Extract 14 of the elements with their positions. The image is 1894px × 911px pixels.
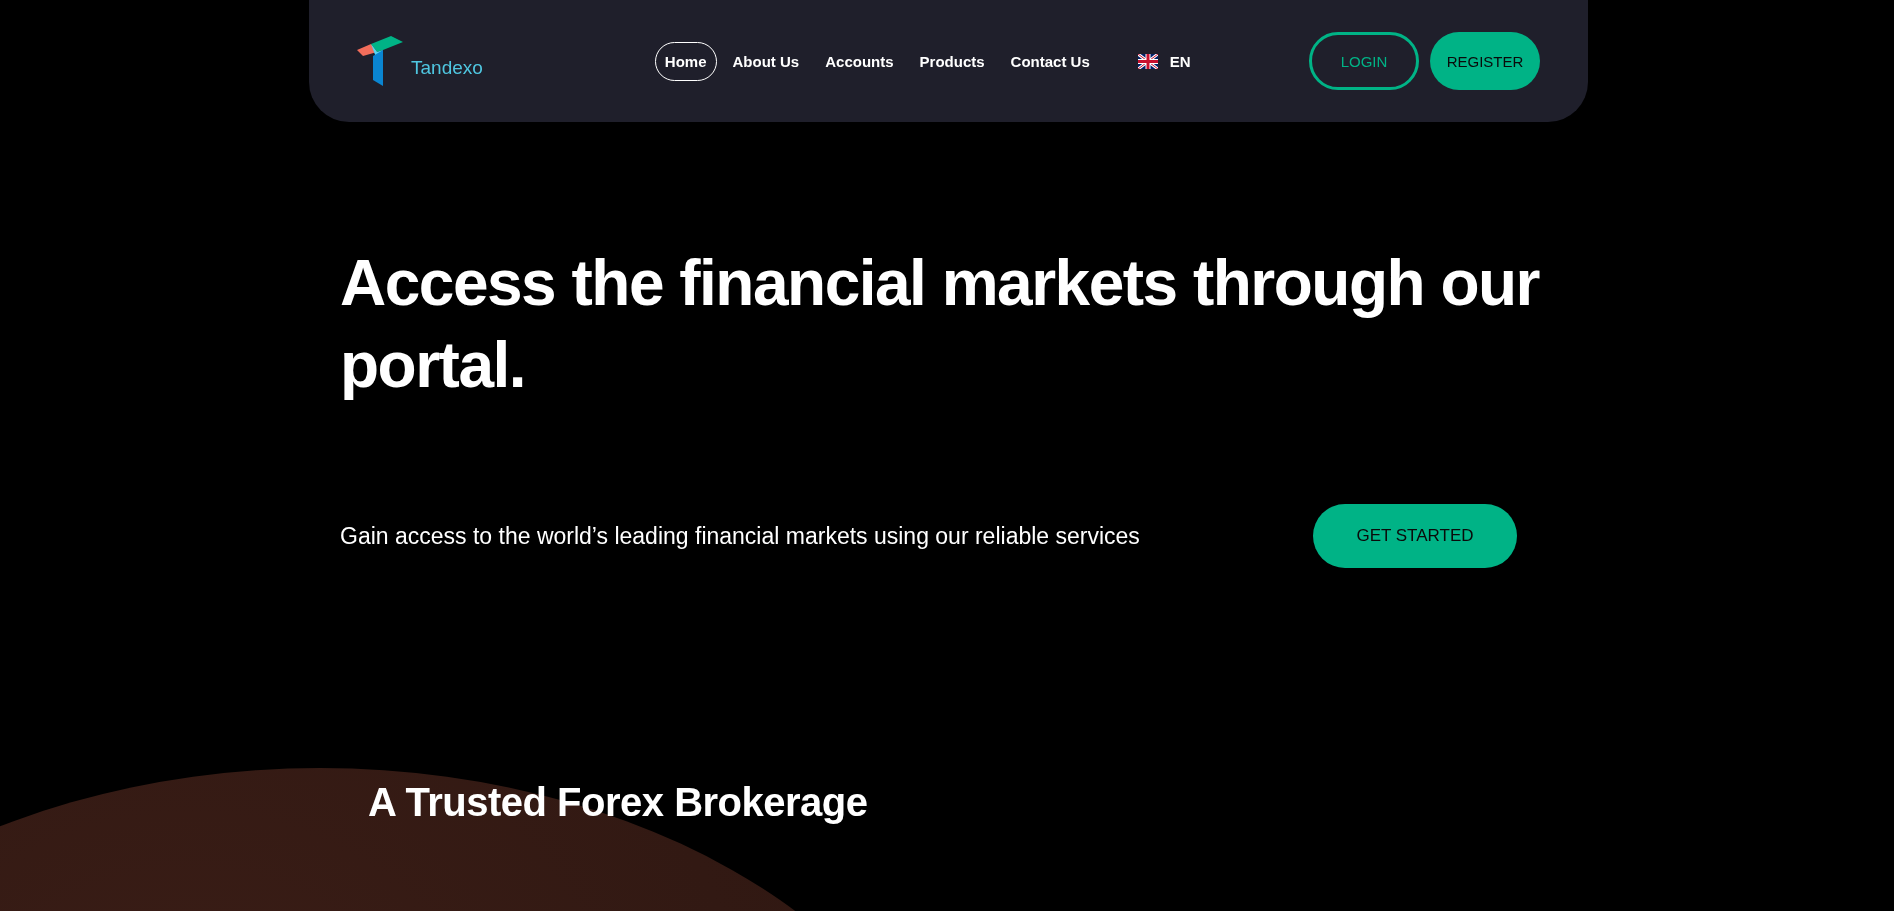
hero-subtitle: Gain access to the world’s leading financial markets using our reliable services	[340, 522, 1140, 550]
register-button[interactable]: REGISTER	[1430, 32, 1540, 90]
section-heading: A Trusted Forex Brokerage	[368, 780, 869, 825]
nav-link[interactable]: Accounts	[815, 41, 904, 81]
hero-headline: Access the financial markets through our portal.	[340, 246, 1540, 403]
language-selector[interactable]: EN	[1169, 52, 1191, 70]
nav-link[interactable]: Contact Us	[1000, 41, 1100, 81]
flag-icon	[1137, 53, 1158, 69]
nav-link[interactable]: Products	[909, 41, 995, 81]
get-started-button[interactable]: GET STARTED	[1313, 504, 1517, 568]
brand-name[interactable]: Tandexo	[411, 57, 483, 79]
nav-link[interactable]: About Us	[722, 41, 810, 81]
login-button[interactable]: LOGIN	[1309, 32, 1419, 90]
logo-icon	[357, 36, 403, 86]
